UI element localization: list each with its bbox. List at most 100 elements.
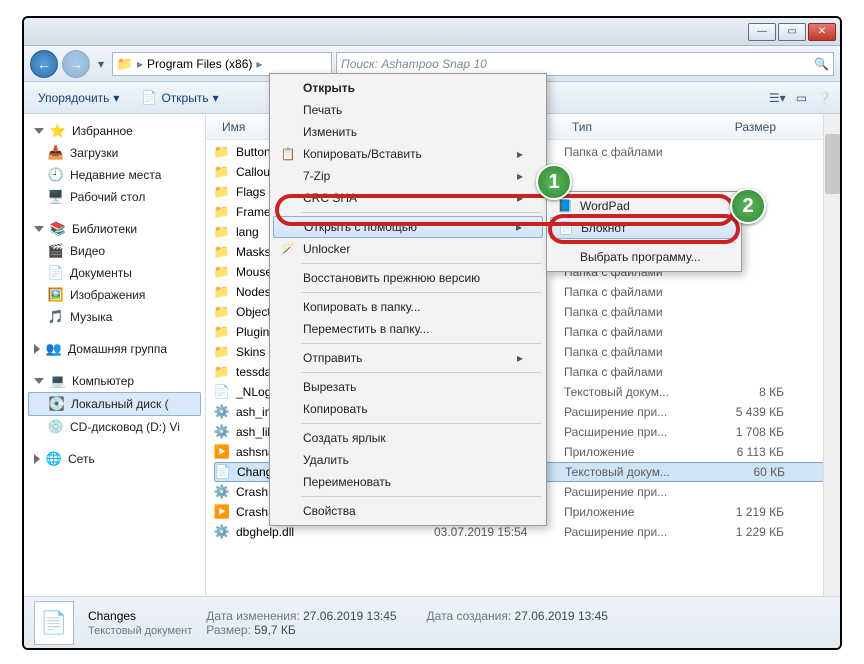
sidebar-network[interactable]: 🌐Сеть [28,448,201,470]
file-icon: 📁 [214,164,230,180]
organize-button[interactable]: Упорядочить▾ [32,87,125,109]
ctx-crc[interactable]: CRC SHA▸ [273,187,543,209]
sidebar-item[interactable]: 🎬Видео [28,240,201,262]
ctx-properties[interactable]: Свойства [273,500,543,522]
pictures-icon: 🖼️ [48,287,64,303]
annotation-badge-2: 2 [730,188,766,224]
file-type: Расширение при... [564,425,704,439]
recent-icon: 🕘 [48,167,64,183]
homegroup-icon: 👥 [46,341,62,357]
file-type: Расширение при... [564,485,704,499]
ctx-7zip[interactable]: 7-Zip▸ [273,165,543,187]
disk-icon: 💽 [49,396,65,412]
sidebar-item[interactable]: 📥Загрузки [28,142,201,164]
file-type: Папка с файлами [564,305,704,319]
file-name: Masks [236,245,271,259]
sidebar-item[interactable]: 🕘Недавние места [28,164,201,186]
file-icon: 📁 [214,244,230,260]
ctx-delete[interactable]: Удалить [273,449,543,471]
search-input[interactable]: Поиск: Ashampoo Snap 10 🔍 [336,52,834,76]
file-type: Папка с файлами [564,365,704,379]
col-type[interactable]: Тип [564,120,704,134]
sidebar-libraries[interactable]: 📚Библиотеки [28,218,201,240]
status-filetype: Текстовый документ [88,625,192,637]
computer-icon: 💻 [50,373,66,389]
sidebar-item[interactable]: 🎵Музыка [28,306,201,328]
file-size: 60 КБ [705,465,785,479]
notepad-icon: 📄 [557,221,575,235]
sidebar-homegroup[interactable]: 👥Домашняя группа [28,338,201,360]
status-date: 27.06.2019 13:45 [303,609,396,623]
openwith-submenu: 📘WordPad 📄Блокнот Выбрать программу... [546,191,742,272]
sidebar-item[interactable]: 🖼️Изображения [28,284,201,306]
sub-choose[interactable]: Выбрать программу... [550,246,738,268]
forward-button[interactable]: → [62,50,90,78]
open-icon: 📄 [141,90,157,106]
ctx-copy[interactable]: Копировать [273,398,543,420]
file-type: Папка с файлами [564,325,704,339]
sidebar-item-cd[interactable]: 💿CD-дисковод (D:) Vi [28,416,201,438]
preview-pane-icon[interactable]: ▭ [796,91,807,105]
maximize-button[interactable]: ▭ [778,23,806,41]
video-icon: 🎬 [48,243,64,259]
ctx-open[interactable]: Открыть [273,77,543,99]
cd-icon: 💿 [48,419,64,435]
file-size: 6 113 КБ [704,445,784,459]
sidebar-computer[interactable]: 💻Компьютер [28,370,201,392]
sidebar-item[interactable]: 📄Документы [28,262,201,284]
address-bar[interactable]: 📁 ▸ Program Files (x86) ▸ [112,52,332,76]
ctx-print[interactable]: Печать [273,99,543,121]
history-dropdown-icon[interactable]: ▾ [94,54,108,74]
file-icon: 📁 [214,264,230,280]
scrollbar[interactable] [823,114,840,596]
address-path: Program Files (x86) [147,57,252,71]
file-icon: 📁 [214,344,230,360]
wordpad-icon: 📘 [556,199,574,213]
ctx-sendto[interactable]: Отправить▸ [273,347,543,369]
file-icon: 📁 [214,144,230,160]
file-size: 1 219 КБ [704,505,784,519]
sidebar: ⭐Избранное 📥Загрузки 🕘Недавние места 🖥️Р… [24,114,206,596]
file-type-icon: 📄 [34,601,74,645]
file-name: Skins [236,345,265,359]
ctx-open-with[interactable]: Открыть с помощью▸ [273,216,543,238]
annotation-badge-1: 1 [536,164,572,200]
wand-icon: 🪄 [279,242,297,256]
ctx-copyto[interactable]: Копировать в папку... [273,296,543,318]
sub-wordpad[interactable]: 📘WordPad [550,195,738,217]
close-button[interactable]: ✕ [808,23,836,41]
sidebar-item[interactable]: 🖥️Рабочий стол [28,186,201,208]
back-button[interactable]: ← [30,50,58,78]
file-icon: 📁 [214,284,230,300]
help-icon[interactable]: ❔ [817,91,832,105]
ctx-copypaste[interactable]: 📋Копировать/Вставить▸ [273,143,543,165]
ctx-rename[interactable]: Переименовать [273,471,543,493]
col-size[interactable]: Размер [704,120,784,134]
ctx-edit[interactable]: Изменить [273,121,543,143]
ctx-restore[interactable]: Восстановить прежнюю версию [273,267,543,289]
file-name: Button [236,145,271,159]
file-name: Mouse [236,265,272,279]
ctx-unlocker[interactable]: 🪄Unlocker [273,238,543,260]
view-icon[interactable]: ☰▾ [769,91,786,105]
file-type: Расширение при... [564,405,704,419]
file-name: dbghelp.dll [236,525,294,539]
minimize-button[interactable]: — [748,23,776,41]
scrollbar-thumb[interactable] [825,134,840,194]
sidebar-favorites[interactable]: ⭐Избранное [28,120,201,142]
file-icon: 📁 [214,184,230,200]
file-type: Текстовый докум... [565,465,705,479]
chevron-right-icon: ▸ [137,57,143,71]
sub-notepad[interactable]: 📄Блокнот [550,217,738,239]
ctx-cut[interactable]: Вырезать [273,376,543,398]
file-name: lang [236,225,259,239]
ctx-shortcut[interactable]: Создать ярлык [273,427,543,449]
open-button[interactable]: 📄Открыть▾ [135,86,224,110]
sidebar-item-localdisk[interactable]: 💽Локальный диск ( [28,392,201,416]
status-bar: 📄 Changes Текстовый документ Дата измене… [24,596,840,648]
file-size: 5 439 КБ [704,405,784,419]
file-name: tessda [236,365,271,379]
file-icon: 📁 [214,324,230,340]
file-size: 1 708 КБ [704,425,784,439]
ctx-moveto[interactable]: Переместить в папку... [273,318,543,340]
